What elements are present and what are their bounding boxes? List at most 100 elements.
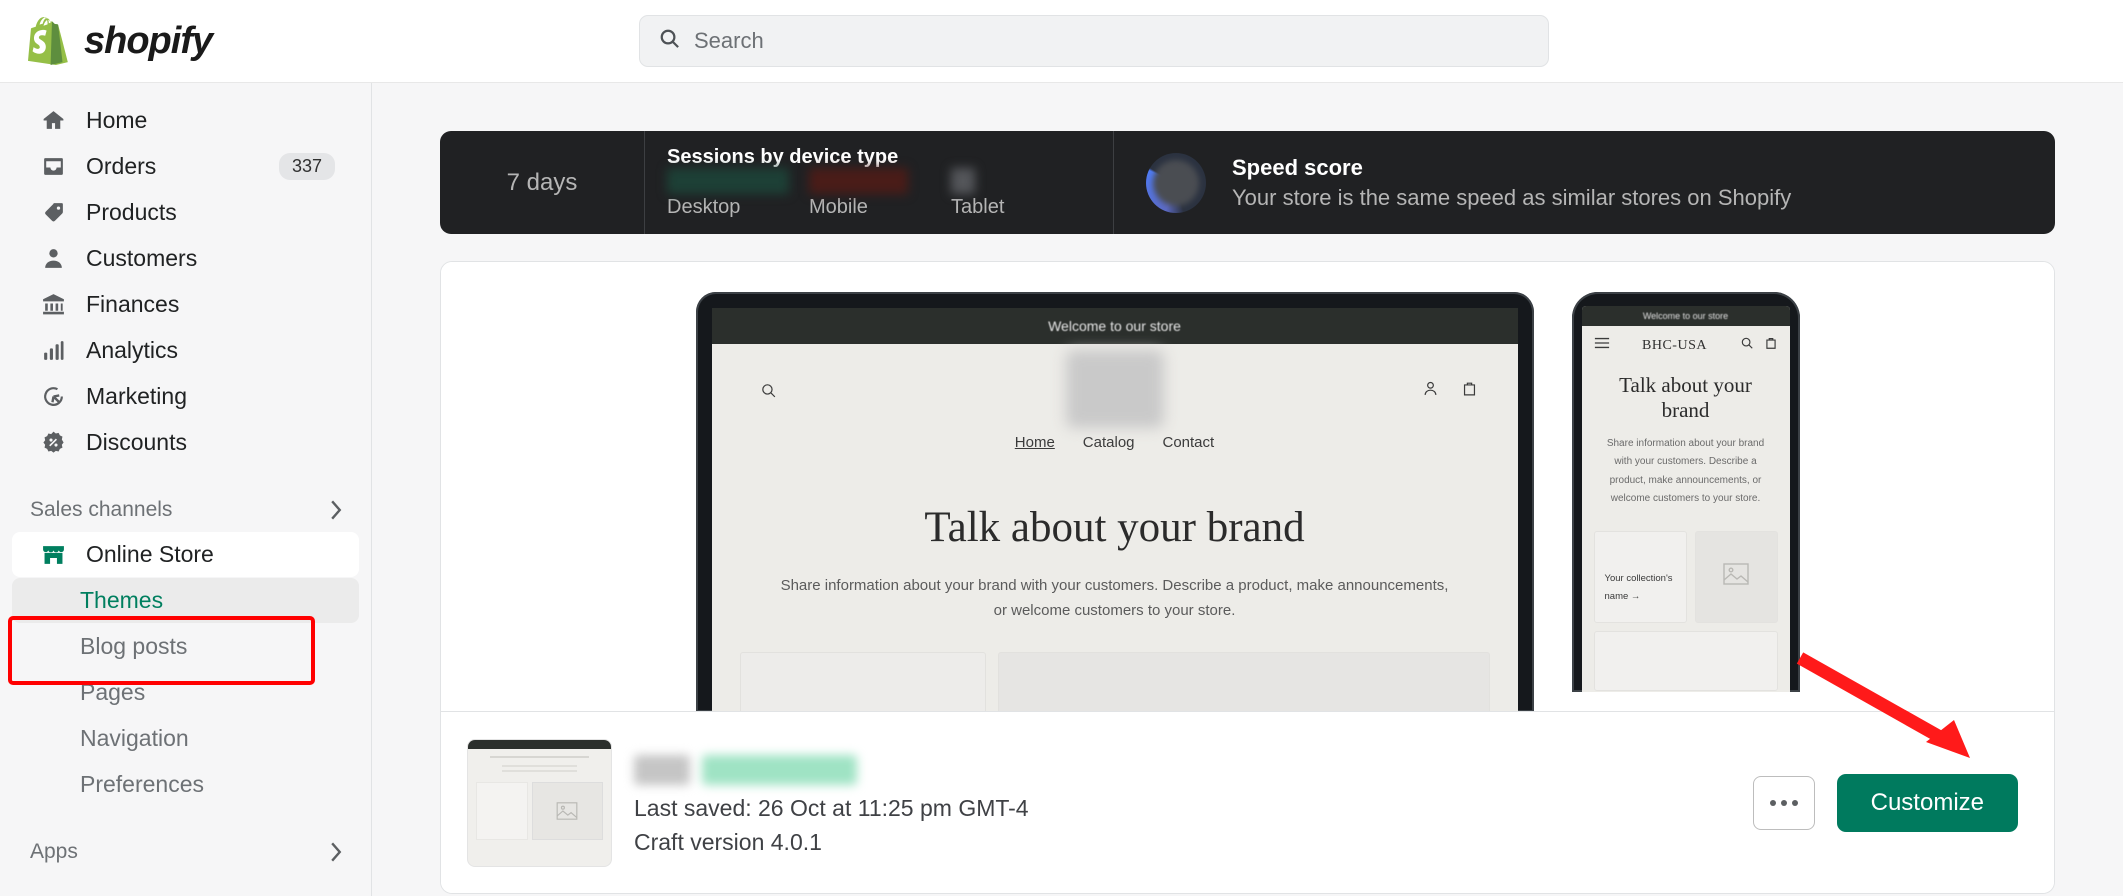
theme-preview-area: Welcome to our store Home Catalog Contac… bbox=[441, 262, 2054, 711]
sidebar-item-marketing[interactable]: Marketing bbox=[12, 374, 359, 419]
chevron-right-icon bbox=[330, 841, 343, 863]
mobile-hero-paragraph: Share information about your brand with … bbox=[1606, 437, 1765, 505]
sidebar-item-label: Analytics bbox=[86, 337, 179, 363]
sessions-by-device-card[interactable]: Sessions by device type Desktop Mobile T… bbox=[645, 131, 1114, 234]
shopping-bag-icon[interactable] bbox=[1461, 380, 1478, 402]
sidebar-item-customers[interactable]: Customers bbox=[12, 236, 359, 281]
image-placeholder-icon bbox=[1723, 563, 1749, 590]
laptop-frame: Welcome to our store Home Catalog Contac… bbox=[695, 292, 1534, 711]
sidebar-subitem-label: Navigation bbox=[80, 725, 189, 751]
collection-card bbox=[739, 651, 987, 711]
desktop-hero-paragraph: Share information about your brand with … bbox=[712, 574, 1518, 624]
hero-paragraph-line-1: Share information about your brand with … bbox=[780, 577, 1449, 594]
shopping-bag-icon[interactable] bbox=[1764, 336, 1778, 355]
device-bars-group: Desktop Mobile Tablet bbox=[667, 168, 1093, 219]
speed-donut-chart-icon bbox=[1146, 152, 1206, 213]
device-column: Mobile bbox=[809, 168, 951, 219]
more-actions-button[interactable] bbox=[1752, 775, 1815, 830]
device-label: Tablet bbox=[951, 196, 1005, 218]
thumbnail-sub-line bbox=[502, 769, 577, 772]
discounts-percent-icon bbox=[40, 430, 66, 456]
sidebar-item-online-store[interactable]: Online Store bbox=[12, 532, 359, 577]
hamburger-menu-icon[interactable] bbox=[1594, 336, 1610, 355]
sidebar-item-label: Home bbox=[86, 107, 148, 133]
sidebar-subitem-label: Preferences bbox=[80, 771, 205, 797]
sidebar-item-blog-posts[interactable]: Blog posts bbox=[12, 624, 359, 669]
mobile-preview[interactable]: Welcome to our store BHC-USA Talk about … bbox=[1571, 292, 1800, 692]
sidebar-subitem-label: Themes bbox=[80, 587, 164, 613]
body-split: Home Orders 337 Products Customers Finan… bbox=[0, 83, 2123, 896]
sidebar-item-products[interactable]: Products bbox=[12, 190, 359, 235]
mobile-header-actions bbox=[1740, 336, 1778, 355]
mobile-image-card bbox=[1694, 530, 1778, 623]
collection-card bbox=[998, 651, 1490, 711]
storefront-icon bbox=[40, 542, 66, 568]
main-content: 7 days Sessions by device type Desktop M… bbox=[372, 83, 2123, 896]
sidebar-item-preferences[interactable]: Preferences bbox=[12, 762, 359, 807]
mobile-collection-cards: Your collection's name → bbox=[1582, 509, 1790, 623]
shopify-logo[interactable]: shopify bbox=[0, 17, 372, 65]
sidebar: Home Orders 337 Products Customers Finan… bbox=[0, 83, 372, 896]
date-range-selector[interactable]: 7 days bbox=[440, 131, 645, 234]
search-icon[interactable] bbox=[1740, 336, 1754, 355]
theme-name-redacted bbox=[634, 752, 1731, 788]
sidebar-item-label: Discounts bbox=[86, 429, 187, 455]
date-range-label: 7 days bbox=[506, 168, 578, 196]
storefront-header bbox=[712, 344, 1518, 440]
last-saved-text: Last saved: 26 Oct at 11:25 pm GMT-4 bbox=[634, 795, 1029, 822]
thumbnail-announcement-bar bbox=[468, 739, 611, 749]
products-tag-icon bbox=[40, 200, 66, 226]
sidebar-item-label: Products bbox=[86, 199, 177, 225]
theme-footer-actions: Customize bbox=[1752, 652, 2018, 832]
mobile-storefront-header: BHC-USA bbox=[1582, 326, 1790, 355]
top-bar: shopify Search bbox=[0, 0, 2123, 83]
theme-thumbnail-preview-icon bbox=[467, 738, 612, 867]
thumbnail-title-line bbox=[490, 755, 589, 758]
mobile-announcement-bar: Welcome to our store bbox=[1581, 306, 1790, 326]
global-search-input[interactable]: Search bbox=[639, 15, 1549, 67]
sidebar-item-finances[interactable]: Finances bbox=[12, 282, 359, 327]
thumbnail-cell bbox=[476, 781, 528, 840]
theme-card-footer: Last saved: 26 Oct at 11:25 pm GMT-4 Cra… bbox=[441, 652, 2054, 893]
sidebar-item-themes[interactable]: Themes bbox=[12, 578, 359, 623]
sidebar-item-orders[interactable]: Orders 337 bbox=[12, 144, 359, 189]
customers-person-icon bbox=[40, 246, 66, 272]
sidebar-item-label: Finances bbox=[86, 291, 180, 317]
mobile-collection-label: Your collection's name → bbox=[1604, 572, 1673, 602]
theme-info: Last saved: 26 Oct at 11:25 pm GMT-4 Cra… bbox=[634, 746, 1731, 859]
speed-score-text: Speed score Your store is the same speed… bbox=[1232, 155, 1791, 211]
sidebar-item-analytics[interactable]: Analytics bbox=[12, 328, 359, 373]
hero-paragraph-line-2: or welcome customers to your store. bbox=[993, 601, 1236, 619]
storefront-search-icon[interactable] bbox=[760, 382, 777, 404]
search-placeholder: Search bbox=[694, 28, 764, 53]
speed-score-card[interactable]: Speed score Your store is the same speed… bbox=[1114, 131, 2055, 234]
sidebar-item-navigation[interactable]: Navigation bbox=[12, 716, 359, 761]
mobile-hero-heading: Talk about your brand bbox=[1619, 373, 1752, 422]
sidebar-section-sales-channels[interactable]: Sales channels bbox=[0, 489, 371, 531]
desktop-announcement-bar: Welcome to our store bbox=[711, 308, 1518, 344]
device-label: Desktop bbox=[667, 196, 741, 218]
thumbnail-cell bbox=[531, 781, 603, 840]
sidebar-section-apps[interactable]: Apps bbox=[0, 831, 371, 873]
shopify-wordmark: shopify bbox=[84, 19, 213, 62]
customize-button[interactable]: Customize bbox=[1836, 773, 2018, 832]
current-theme-card: Welcome to our store Home Catalog Contac… bbox=[440, 261, 2055, 894]
account-person-icon[interactable] bbox=[1422, 380, 1439, 402]
sidebar-item-label: Online Store bbox=[86, 541, 214, 567]
desktop-preview[interactable]: Welcome to our store Home Catalog Contac… bbox=[695, 292, 1534, 711]
sidebar-item-home[interactable]: Home bbox=[12, 98, 359, 143]
finances-bank-icon bbox=[40, 292, 66, 318]
apps-label: Apps bbox=[30, 840, 78, 863]
store-stats-bar: 7 days Sessions by device type Desktop M… bbox=[440, 131, 2055, 234]
desktop-hero-heading: Talk about your brand bbox=[924, 504, 1305, 551]
sidebar-subitem-label: Blog posts bbox=[80, 633, 188, 659]
ellipsis-horizontal-icon bbox=[1769, 799, 1798, 806]
sidebar-item-pages[interactable]: Pages bbox=[12, 670, 359, 715]
mobile-store-brand: BHC-USA bbox=[1642, 337, 1707, 353]
mobile-collection-card[interactable]: Your collection's name → bbox=[1593, 530, 1687, 623]
sidebar-item-label: Marketing bbox=[86, 383, 187, 409]
announcement-text: Welcome to our store bbox=[1642, 311, 1729, 321]
device-bar-desktop bbox=[667, 168, 790, 194]
desktop-screen: Welcome to our store Home Catalog Contac… bbox=[711, 308, 1518, 711]
sidebar-item-discounts[interactable]: Discounts bbox=[12, 420, 359, 465]
